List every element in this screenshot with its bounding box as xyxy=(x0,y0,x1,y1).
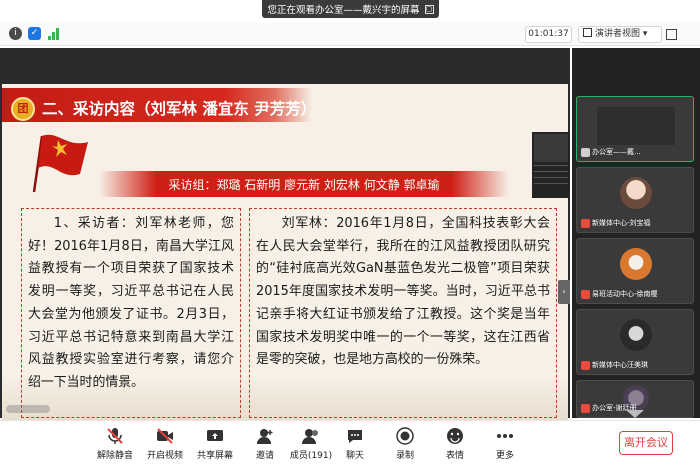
participant-name: 新媒体中心-刘宝福 xyxy=(592,219,651,227)
participant-tile[interactable]: 新媒体中心-刘宝福 xyxy=(576,167,694,233)
start-video-button[interactable]: 开启视频 xyxy=(142,427,188,465)
slide-title-band: 团 二、采访内容（刘军林 潘宜东 尹芳芳） xyxy=(2,88,316,122)
unmute-button[interactable]: 解除静音 xyxy=(92,427,138,465)
record-label: 录制 xyxy=(395,451,414,461)
participant-label: 易班活动中心-徐南樱 xyxy=(581,289,658,300)
speaker-view-label: 演讲者视图 xyxy=(595,29,641,39)
mic-muted-icon xyxy=(581,219,590,228)
mic-muted-icon xyxy=(581,361,590,370)
slide-title: 二、采访内容（刘军林 潘宜东 尹芳芳） xyxy=(42,100,317,118)
page-indicator[interactable] xyxy=(6,405,50,413)
mic-muted-icon xyxy=(581,404,590,413)
reactions-button[interactable]: 表情 xyxy=(432,427,478,465)
emoji-icon xyxy=(447,428,463,444)
participant-label: 新媒体中心汪美琪 xyxy=(581,360,648,371)
shared-screen-stage: 团 二、采访内容（刘军林 潘宜东 尹芳芳） 采访组：郑璐 石新明 廖元新 刘宏林… xyxy=(0,48,570,452)
participant-name: 办公室——戴... xyxy=(592,148,641,156)
network-signal-icon[interactable] xyxy=(48,28,60,40)
participant-panel: 办公室——戴... 新媒体中心-刘宝福 易班活动中心-徐南樱 新媒体中心汪美琪 … xyxy=(572,48,700,418)
interview-question-text: 1、采访者：刘军林老师，您好！2016年1月8日，南昌大学江风益教授有一个项目荣… xyxy=(28,216,234,390)
avatar xyxy=(620,177,652,209)
meeting-window: 您正在观看办公室——戴兴宇的屏幕 ▢ i ✓ 01:01:37 演讲者视图 ▾ … xyxy=(0,0,700,466)
members-label: 成员(191) xyxy=(289,451,333,461)
participant-label: 办公室——戴... xyxy=(581,147,641,158)
youth-league-emblem-icon: 团 xyxy=(11,97,35,121)
subtitle-band: 采访组：郑璐 石新明 廖元新 刘宏林 何文静 郭卓瑜 xyxy=(99,171,509,197)
screen-share-banner: 您正在观看办公室——戴兴宇的屏幕 ▢ xyxy=(262,0,439,18)
members-button[interactable]: 成员(191) xyxy=(288,427,334,465)
interview-answer-text: 刘军林：2016年1月8日，全国科技表彰大会在人民大会堂举行，我所在的江风益教授… xyxy=(256,216,550,368)
participant-tile[interactable]: 易班活动中心-徐南樱 xyxy=(576,238,694,304)
chat-icon xyxy=(348,430,362,443)
avatar xyxy=(620,248,652,280)
participant-label: 办公室-谢廷册 xyxy=(581,403,637,414)
fullscreen-icon[interactable] xyxy=(666,29,677,40)
party-flag-icon xyxy=(32,134,88,193)
invite-label: 邀请 xyxy=(255,451,274,461)
invite-icon xyxy=(257,429,273,444)
more-button[interactable]: 更多 xyxy=(482,427,528,465)
unmute-label: 解除静音 xyxy=(96,451,133,461)
invite-button[interactable]: 邀请 xyxy=(242,427,288,465)
meeting-info-bar: i ✓ 01:01:37 演讲者视图 ▾ xyxy=(0,22,700,46)
leave-meeting-button[interactable]: 离开会议 xyxy=(619,431,673,455)
presenter-mini-overlay xyxy=(532,132,570,198)
chat-button[interactable]: 聊天 xyxy=(332,427,378,465)
participant-tile[interactable]: 新媒体中心汪美琪 xyxy=(576,309,694,375)
screen-share-label: 您正在观看办公室——戴兴宇的屏幕 xyxy=(267,5,420,16)
speaker-view-button[interactable]: 演讲者视图 ▾ xyxy=(578,26,662,43)
record-icon xyxy=(396,427,414,445)
meeting-toolbar: 解除静音 开启视频 共享屏幕 邀请 成员(191) 聊天 录制 表情 更多 离开… xyxy=(0,420,700,466)
grid-view-icon xyxy=(583,28,592,37)
security-shield-icon[interactable]: ✓ xyxy=(28,27,41,40)
share-screen-icon xyxy=(207,430,223,441)
more-dots-icon xyxy=(497,434,513,438)
participant-tile[interactable]: 办公室——戴... xyxy=(576,96,694,162)
presentation-slide: 团 二、采访内容（刘军林 潘宜东 尹芳芳） 采访组：郑璐 石新明 廖元新 刘宏林… xyxy=(2,84,568,446)
record-button[interactable]: 录制 xyxy=(382,427,428,465)
meeting-timer: 01:01:37 xyxy=(525,26,572,43)
shared-screen-thumbnail xyxy=(597,107,675,145)
mic-muted-icon xyxy=(107,428,123,444)
slide-subtitle: 采访组：郑璐 石新明 廖元新 刘宏林 何文静 郭卓瑜 xyxy=(168,178,440,192)
share-screen-label: 共享屏幕 xyxy=(196,451,233,461)
share-screen-button[interactable]: 共享屏幕 xyxy=(192,427,238,465)
mini-overlay-lines xyxy=(534,165,568,189)
info-icon[interactable]: i xyxy=(9,27,22,40)
participant-name: 易班活动中心-徐南樱 xyxy=(592,290,658,298)
chat-label: 聊天 xyxy=(345,451,364,461)
mic-icon xyxy=(581,148,590,157)
members-icon xyxy=(302,429,318,444)
more-label: 更多 xyxy=(495,451,514,461)
collapse-panel-button[interactable]: › xyxy=(558,280,570,304)
banner-control-icon[interactable]: ▢ xyxy=(424,4,434,14)
camera-off-icon xyxy=(157,428,173,444)
interview-question-box: 1、采访者：刘军林老师，您好！2016年1月8日，南昌大学江风益教授有一个项目荣… xyxy=(21,208,241,418)
interview-answer-box: 刘军林：2016年1月8日，全国科技表彰大会在人民大会堂举行，我所在的江风益教授… xyxy=(249,208,557,418)
mic-muted-icon xyxy=(581,290,590,299)
mini-video-thumb xyxy=(534,134,568,162)
start-video-label: 开启视频 xyxy=(146,451,183,461)
participant-name: 新媒体中心汪美琪 xyxy=(592,361,648,369)
participant-label: 新媒体中心-刘宝福 xyxy=(581,218,651,229)
avatar xyxy=(620,319,652,351)
reactions-label: 表情 xyxy=(445,451,464,461)
